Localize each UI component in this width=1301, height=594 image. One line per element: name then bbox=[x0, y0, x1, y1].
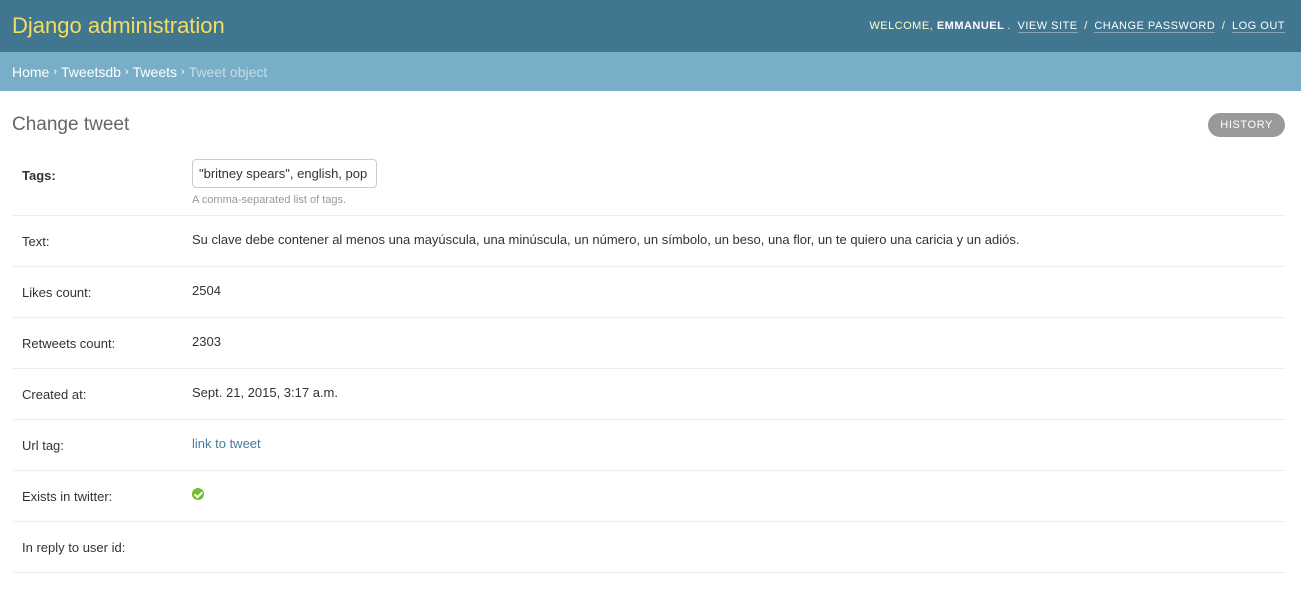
check-circle-icon bbox=[192, 488, 204, 500]
created-at-label: Created at: bbox=[22, 387, 87, 402]
form-row-url-tag: Url tag: link to tweet bbox=[12, 420, 1285, 471]
page-title: Change tweet bbox=[12, 114, 130, 135]
breadcrumb: Home › Tweetsdb › Tweets › Tweet object bbox=[0, 52, 1301, 91]
likes-count-label: Likes count: bbox=[22, 285, 92, 300]
form-row-created-at: Created at: Sept. 21, 2015, 3:17 a.m. bbox=[12, 369, 1285, 420]
breadcrumb-separator: › bbox=[124, 65, 129, 78]
text-value: Su clave debe contener al menos una mayú… bbox=[192, 232, 1020, 247]
tags-label: Tags: bbox=[22, 168, 56, 183]
form-row-likes-count: Likes count: 2504 bbox=[12, 267, 1285, 318]
tags-help-text: A comma-separated list of tags. bbox=[192, 194, 347, 206]
breadcrumb-model[interactable]: Tweets bbox=[133, 64, 177, 80]
link-to-tweet[interactable]: link to tweet bbox=[192, 436, 261, 451]
header: Django administration Welcome, Emmanuel.… bbox=[0, 0, 1301, 52]
tags-field: A comma-separated list of tags. bbox=[192, 159, 377, 206]
text-label: Text: bbox=[22, 234, 50, 249]
form-row-exists-in-twitter: Exists in twitter: bbox=[12, 471, 1285, 522]
content-header: Change tweet History bbox=[12, 91, 1285, 159]
separator: / bbox=[1221, 20, 1226, 32]
content: Change tweet History Tags: A comma-separ… bbox=[0, 91, 1301, 573]
site-branding[interactable]: Django administration bbox=[12, 13, 225, 39]
separator: . bbox=[1007, 20, 1011, 32]
in-reply-to-user-id-label: In reply to user id: bbox=[22, 540, 126, 555]
change-password-link[interactable]: Change password bbox=[1094, 20, 1216, 33]
form-row-in-reply-to-user-id: In reply to user id: bbox=[12, 522, 1285, 573]
created-at-value: Sept. 21, 2015, 3:17 a.m. bbox=[192, 385, 338, 400]
user-tools: Welcome, Emmanuel. View site / Change pa… bbox=[869, 20, 1285, 33]
form-row-tags: Tags: A comma-separated list of tags. bbox=[12, 159, 1285, 216]
breadcrumb-home[interactable]: Home bbox=[12, 64, 49, 80]
separator: / bbox=[1084, 20, 1088, 32]
breadcrumb-separator: › bbox=[181, 65, 185, 78]
url-tag-value: link to tweet bbox=[192, 436, 261, 451]
breadcrumb-app[interactable]: Tweetsdb bbox=[61, 64, 121, 80]
url-tag-label: Url tag: bbox=[22, 438, 64, 453]
exists-in-twitter-label: Exists in twitter: bbox=[22, 489, 113, 504]
history-button[interactable]: History bbox=[1208, 113, 1285, 137]
log-out-link[interactable]: Log out bbox=[1231, 20, 1285, 33]
breadcrumb-separator: › bbox=[53, 65, 58, 78]
retweets-count-value: 2303 bbox=[192, 334, 221, 349]
username: Emmanuel bbox=[936, 20, 1005, 32]
breadcrumb-current: Tweet object bbox=[188, 63, 268, 80]
likes-count-value: 2504 bbox=[192, 283, 221, 298]
view-site-link[interactable]: View site bbox=[1017, 20, 1078, 33]
tags-input[interactable] bbox=[192, 159, 377, 188]
form-row-text: Text: Su clave debe contener al menos un… bbox=[12, 216, 1285, 267]
welcome-text: Welcome, bbox=[869, 20, 934, 32]
form-row-retweets-count: Retweets count: 2303 bbox=[12, 318, 1285, 369]
exists-in-twitter-value bbox=[192, 487, 204, 503]
retweets-count-label: Retweets count: bbox=[22, 336, 116, 351]
